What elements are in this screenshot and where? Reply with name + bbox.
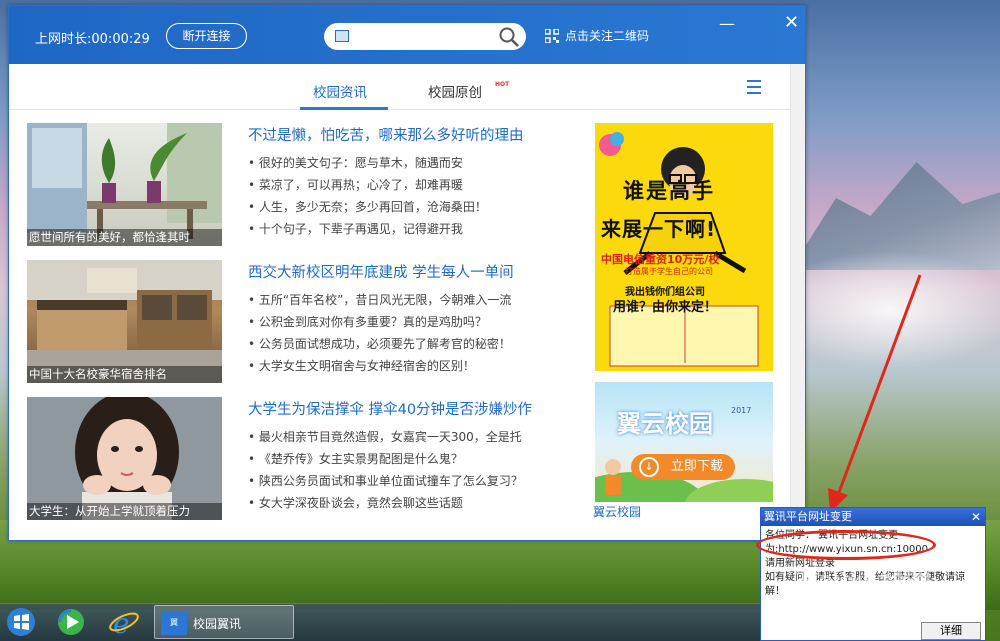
telecom-recruit-ad[interactable]: 谁是高手 来展一下啊! 中国电信重资10万元/校 打造属于学生自己的公司 我出钱… [595,123,773,371]
article-related-link[interactable]: • 五所“百年名校”，昔日风光无限，今朝难入一流 [248,291,511,308]
ad-ask-2: 用谁？由你来定！ [613,300,718,315]
article-title[interactable]: 不过是懒，怕吃苦，哪来那么多好听的理由 [248,124,524,145]
close-icon[interactable]: ✕ [784,14,799,32]
disconnect-button[interactable]: 断开连接 [166,23,247,49]
media-player-icon[interactable] [54,605,88,639]
article-related-link[interactable]: • 《楚乔传》女主实景男配图是什么鬼？ [248,450,463,467]
article-thumbnail[interactable]: 中国十大名校豪华宿舍排名 [27,260,222,383]
article-related-link[interactable]: • 女大学深夜卧谈会，竟然会聊这些话题 [248,494,463,511]
dorm-room-image [27,260,222,383]
article-related-link[interactable]: • 公积金到底对你有多重要？真的是鸡肋吗？ [248,313,487,330]
ad2-download-button[interactable]: ↓ 立即下载 [631,454,735,480]
article-title[interactable]: 西交大新校区明年底建成 学生每人一单间 [248,261,514,282]
article-item: 中国十大名校豪华宿舍排名 西交大新校区明年底建成 学生每人一单间 • 五所“百年… [27,260,567,384]
menu-icon[interactable] [747,80,761,98]
active-tab-indicator [300,107,388,110]
article-related-link[interactable]: • 大学女生文明宿舍与女神经宿舍的区别！ [248,357,475,374]
internet-explorer-icon[interactable]: e [107,605,141,640]
article-thumbnail[interactable]: 大学生：从开始上学就顶着压力 [27,397,222,520]
article-title[interactable]: 大学生为保洁撑伞 撑伞40分钟是否涉嫌炒作 [248,398,532,419]
start-button-icon[interactable] [4,605,38,639]
ad-poster-art [599,132,759,367]
thumbnail-caption: 中国十大名校豪华宿舍排名 [27,366,222,383]
download-label: 立即下载 [671,459,724,474]
qr-follow-label: 点击关注二维码 [565,29,650,43]
popup-close-icon[interactable]: ✕ [971,508,981,526]
red-arrow-annotation [828,274,922,513]
thumbnail-caption: 愿世间所有的美好，都恰逢其时 [27,229,222,246]
online-time: 00:00:29 [91,32,150,47]
article-related-link[interactable]: • 公务员面试想成功，必须要先了解考官的秘密！ [248,335,511,352]
ad-headline: 谁是高手 [623,179,715,203]
taskbar-app-campus[interactable]: 翼 校园翼讯 [154,605,294,639]
popup-title-bar: 翼讯平台网址变更 ✕ [761,508,985,526]
article-thumbnail[interactable]: 愿世间所有的美好，都恰逢其时 [27,123,222,246]
ad-headline-2: 来展一下啊! [601,217,717,241]
ad-subline: 中国电信重资10万元/校 [601,253,720,266]
search-box [324,23,526,50]
ad2-title: 翼云校园 [617,410,713,438]
student-portrait-image [27,397,222,520]
watermark-url: jingyan.baidu.com [808,593,921,609]
hot-badge: HOT [495,81,510,88]
popup-details-button[interactable]: 详细 [921,622,981,640]
taskbar-app-label: 校园翼讯 [193,617,242,631]
article-related-link[interactable]: • 陕西公务员面试和事业单位面试撞车了怎么复习？ [248,472,523,489]
tab-bar: 校园资讯 校园原创 HOT [9,64,805,110]
title-bar: 上网时长:00:00:29 断开连接 点击关注二维码 — ✕ [9,6,805,64]
article-related-link[interactable]: • 人生，多少无奈；多少再回首，沧海桑田！ [248,198,487,215]
online-duration: 上网时长:00:00:29 [35,28,150,47]
article-related-link[interactable]: • 十个句子，下辈子再遇见，记得避开我 [248,220,463,237]
qr-follow-link[interactable]: 点击关注二维码 [545,27,649,44]
ad2-link-label[interactable]: 翼云校园 [593,503,641,520]
article-item: 大学生：从开始上学就顶着压力 大学生为保洁撑伞 撑伞40分钟是否涉嫌炒作 • 最… [27,397,567,521]
yiyun-campus-ad[interactable]: 翼云校园 2017 ↓ 立即下载 [595,382,773,502]
ad2-year: 2017 [731,406,752,415]
ad-subline-2: 打造属于学生自己的公司 [625,267,713,276]
thumbnail-caption: 大学生：从开始上学就顶着压力 [27,503,222,520]
watermark-logo: Baidu 经验 [800,565,932,595]
ad2-background-art [595,459,773,502]
app-window: 上网时长:00:00:29 断开连接 点击关注二维码 — ✕ 校园资讯 校园原创… [8,5,806,541]
download-icon: ↓ [639,457,659,477]
search-input[interactable] [356,27,486,46]
article-item: 愿世间所有的美好，都恰逢其时 不过是懒，怕吃苦，哪来那么多好听的理由 • 很好的… [27,123,567,247]
article-related-link[interactable]: • 菜凉了，可以再热；心冷了，却难再暖 [248,176,463,193]
tab-campus-news[interactable]: 校园资讯 [313,81,367,101]
svg-text:e: e [113,607,130,639]
article-related-link[interactable]: • 最火相亲节目竟然造假，女嘉宾一天300，全是托 [248,428,522,445]
tab-campus-original[interactable]: 校园原创 [428,81,482,101]
red-circle-annotation [756,530,936,560]
image-icon[interactable] [335,30,349,42]
online-label: 上网时长: [35,32,92,47]
campus-app-logo-icon: 翼 [161,611,187,635]
scrollbar[interactable] [790,64,805,540]
article-related-link[interactable]: • 很好的美文句子：愿与草木，随遇而安 [248,154,463,171]
qr-code-icon [545,28,559,43]
room-plant-image [27,123,222,239]
popup-title: 翼讯平台网址变更 [764,510,852,523]
search-icon[interactable] [498,26,520,48]
minimize-icon[interactable]: — [719,16,735,32]
